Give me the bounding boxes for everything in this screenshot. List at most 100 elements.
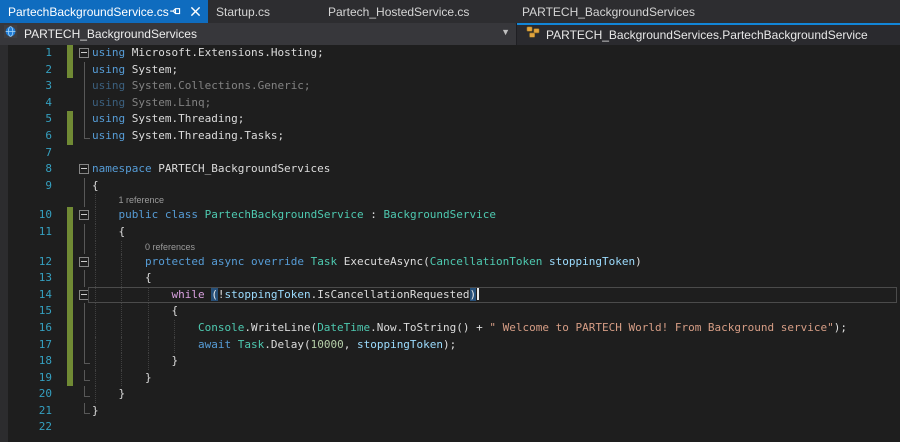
line-number: 5: [45, 112, 52, 126]
code-line[interactable]: 12 protected async override Task Execute…: [0, 253, 900, 271]
fold-margin: [78, 319, 91, 337]
editor[interactable]: 1 using Microsoft.Extensions.Hosting; 2 usi…: [0, 45, 900, 442]
code-line[interactable]: 4 using System.Linq;: [0, 94, 900, 112]
code-line[interactable]: 15 {: [0, 303, 900, 320]
fold-margin: [78, 177, 91, 195]
fold-extent-line: [84, 336, 85, 354]
project-name: PARTECH_BackgroundServices: [24, 27, 197, 41]
code-line[interactable]: 5 using System.Threading;: [0, 111, 900, 128]
code-line[interactable]: 16 Console.WriteLine(DateTime.Now.ToStri…: [0, 319, 900, 337]
code-text: namespace PARTECH_BackgroundServices: [92, 162, 331, 176]
close-icon[interactable]: [190, 6, 201, 17]
codelens-row[interactable]: 1 reference: [0, 194, 900, 208]
change-tracking-bar: [67, 223, 73, 241]
code-editor-window: PartechBackgroundService.cs Startup.cs P…: [0, 0, 900, 442]
collapse-icon[interactable]: [79, 256, 89, 267]
code-line[interactable]: 8 namespace PARTECH_BackgroundServices: [0, 161, 900, 178]
code-area: 1 using Microsoft.Extensions.Hosting; 2 usi…: [0, 45, 900, 436]
change-tracking-bar: [67, 369, 73, 387]
fold-extent-line: [84, 78, 85, 95]
code-line[interactable]: 22: [0, 419, 900, 436]
pin-icon[interactable]: [169, 5, 182, 18]
code-text: }: [92, 370, 152, 384]
fold-extent-line: [84, 270, 85, 287]
tab-partech-hostedservice-cs[interactable]: Partech_HostedService.cs: [322, 0, 514, 23]
codelens-references[interactable]: 0 references: [145, 242, 195, 252]
code-line[interactable]: 14 while (!stoppingToken.IsCancellationR…: [0, 286, 900, 304]
code-text: }: [92, 403, 99, 417]
line-number: 2: [45, 62, 52, 76]
fold-margin: [78, 369, 91, 387]
navigation-bar: PARTECH_BackgroundServices ▼ PARTECH_Bac…: [0, 23, 900, 45]
code-text: {: [92, 271, 152, 285]
fold-extent-line: [84, 319, 85, 337]
fold-margin: [78, 111, 91, 128]
line-number: 12: [38, 254, 52, 268]
fold-margin: [78, 240, 91, 254]
line-number: 7: [45, 145, 52, 159]
code-line[interactable]: 11 {: [0, 223, 900, 241]
fold-margin: [78, 353, 91, 370]
code-text: }: [92, 387, 126, 401]
code-text: {: [92, 178, 99, 192]
code-line[interactable]: 10 public class PartechBackgroundService…: [0, 207, 900, 224]
project-dropdown[interactable]: PARTECH_BackgroundServices ▼: [0, 23, 517, 45]
collapse-icon[interactable]: [79, 48, 89, 58]
code-line[interactable]: 21}: [0, 402, 900, 420]
line-number: 9: [45, 178, 52, 192]
code-text: using System.Linq;: [92, 95, 212, 109]
fold-extent-line: [84, 127, 85, 138]
line-number: 16: [38, 320, 52, 334]
line-number: 3: [45, 79, 52, 93]
fold-margin: [78, 207, 91, 224]
fold-extent-line: [84, 194, 85, 208]
code-text: using System.Collections.Generic;: [92, 79, 311, 93]
code-text: public class PartechBackgroundService : …: [118, 208, 497, 222]
fold-extent-line: [84, 363, 90, 365]
code-line[interactable]: 13 {: [0, 270, 900, 287]
code-text: Console.WriteLine(DateTime.Now.ToString(…: [197, 320, 848, 334]
code-line[interactable]: 18 }: [0, 353, 900, 370]
change-tracking-bar: [67, 303, 73, 320]
code-line[interactable]: 9{: [0, 177, 900, 195]
code-line[interactable]: 3 using System.Collections.Generic;: [0, 78, 900, 95]
tab-partechbackgroundservice-cs[interactable]: PartechBackgroundService.cs: [0, 0, 208, 23]
code-line[interactable]: 17 await Task.Delay(10000, stoppingToken…: [0, 336, 900, 354]
line-number: 1: [45, 46, 52, 59]
code-line[interactable]: 2 using System;: [0, 61, 900, 79]
change-tracking-bar: [67, 270, 73, 287]
code-line[interactable]: 1 using Microsoft.Extensions.Hosting;: [0, 45, 900, 62]
tab-partech-backgroundservices[interactable]: PARTECH_BackgroundServices: [514, 0, 700, 23]
tab-label: PARTECH_BackgroundServices: [522, 4, 695, 19]
member-name: PARTECH_BackgroundServices.PartechBackgr…: [546, 28, 868, 42]
tab-startup-cs[interactable]: Startup.cs: [208, 0, 322, 23]
fold-margin: [78, 45, 91, 62]
fold-margin: [78, 194, 91, 208]
change-tracking-bar: [67, 127, 73, 145]
code-text: await Task.Delay(10000, stoppingToken);: [197, 337, 457, 351]
code-text: while (!stoppingToken.IsCancellationRequ…: [92, 287, 480, 304]
line-number: 15: [38, 304, 52, 318]
collapse-icon[interactable]: [79, 210, 89, 221]
code-line[interactable]: 19 }: [0, 369, 900, 387]
codelens-row[interactable]: 0 references: [0, 240, 900, 254]
code-line[interactable]: 20 }: [0, 386, 900, 403]
code-text: protected async override Task ExecuteAsy…: [144, 254, 642, 268]
collapse-icon[interactable]: [79, 164, 89, 175]
fold-extent-line: [84, 396, 90, 398]
indent-guide: [95, 240, 96, 254]
fold-margin: [78, 94, 91, 112]
line-number: 21: [38, 403, 52, 417]
code-line[interactable]: 7: [0, 145, 900, 162]
codelens-references[interactable]: 1 reference: [118, 195, 164, 205]
code-text: using System.Threading.Tasks;: [92, 128, 285, 142]
change-tracking-bar: [67, 207, 73, 224]
project-icon: [4, 24, 19, 44]
code-line[interactable]: 6 using System.Threading.Tasks;: [0, 127, 900, 145]
change-tracking-bar: [67, 45, 73, 62]
change-tracking-bar: [67, 253, 73, 271]
code-text: using System.Threading;: [92, 112, 245, 126]
fold-margin: [78, 223, 91, 241]
line-number: 8: [45, 162, 52, 176]
type-member-dropdown[interactable]: PARTECH_BackgroundServices.PartechBackgr…: [517, 23, 900, 45]
